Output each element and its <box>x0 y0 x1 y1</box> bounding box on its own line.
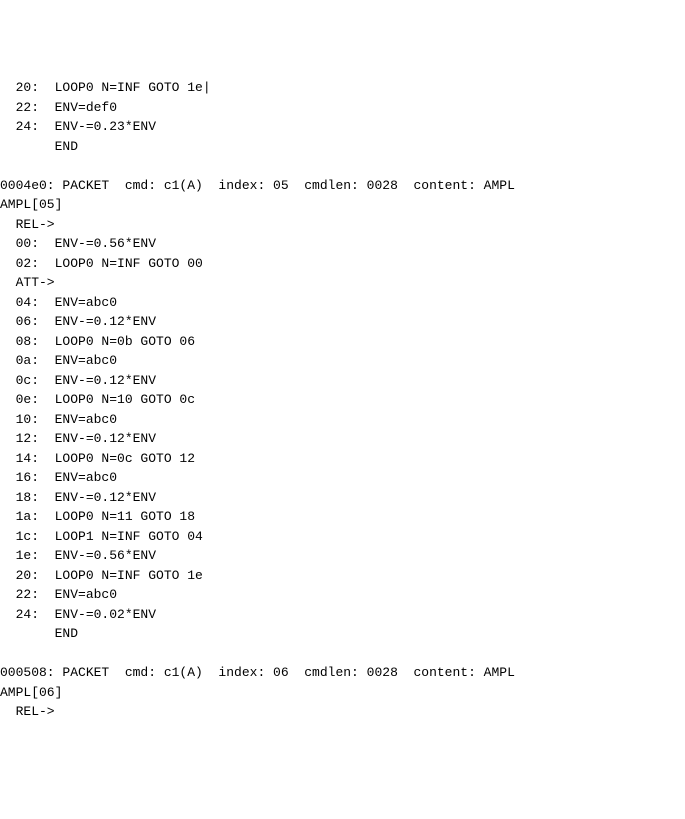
code-line: 18: ENV-=0.12*ENV <box>0 488 685 508</box>
code-line: 12: ENV-=0.12*ENV <box>0 429 685 449</box>
code-line: AMPL[06] <box>0 683 685 703</box>
code-line: 24: ENV-=0.23*ENV <box>0 117 685 137</box>
code-line: END <box>0 624 685 644</box>
code-line: 22: ENV=abc0 <box>0 585 685 605</box>
code-line: 000508: PACKET cmd: c1(A) index: 06 cmdl… <box>0 663 685 683</box>
code-line: 0a: ENV=abc0 <box>0 351 685 371</box>
code-line: 1c: LOOP1 N=INF GOTO 04 <box>0 527 685 547</box>
code-line: 06: ENV-=0.12*ENV <box>0 312 685 332</box>
code-line <box>0 644 685 664</box>
code-listing: 20: LOOP0 N=INF GOTO 1e| 22: ENV=def0 24… <box>0 78 685 722</box>
code-line: ATT-> <box>0 273 685 293</box>
code-line: 0e: LOOP0 N=10 GOTO 0c <box>0 390 685 410</box>
code-line: 24: ENV-=0.02*ENV <box>0 605 685 625</box>
code-line: REL-> <box>0 215 685 235</box>
code-line: 10: ENV=abc0 <box>0 410 685 430</box>
code-line: 0004e0: PACKET cmd: c1(A) index: 05 cmdl… <box>0 176 685 196</box>
code-line: 0c: ENV-=0.12*ENV <box>0 371 685 391</box>
code-line <box>0 156 685 176</box>
code-line: 22: ENV=def0 <box>0 98 685 118</box>
code-line: 08: LOOP0 N=0b GOTO 06 <box>0 332 685 352</box>
code-line: 20: LOOP0 N=INF GOTO 1e| <box>0 78 685 98</box>
code-line: 20: LOOP0 N=INF GOTO 1e <box>0 566 685 586</box>
code-line: AMPL[05] <box>0 195 685 215</box>
code-line: 16: ENV=abc0 <box>0 468 685 488</box>
code-line: 00: ENV-=0.56*ENV <box>0 234 685 254</box>
code-line: 1a: LOOP0 N=11 GOTO 18 <box>0 507 685 527</box>
code-line: REL-> <box>0 702 685 722</box>
code-line: END <box>0 137 685 157</box>
code-line: 04: ENV=abc0 <box>0 293 685 313</box>
code-line: 02: LOOP0 N=INF GOTO 00 <box>0 254 685 274</box>
code-line: 1e: ENV-=0.56*ENV <box>0 546 685 566</box>
code-line: 14: LOOP0 N=0c GOTO 12 <box>0 449 685 469</box>
